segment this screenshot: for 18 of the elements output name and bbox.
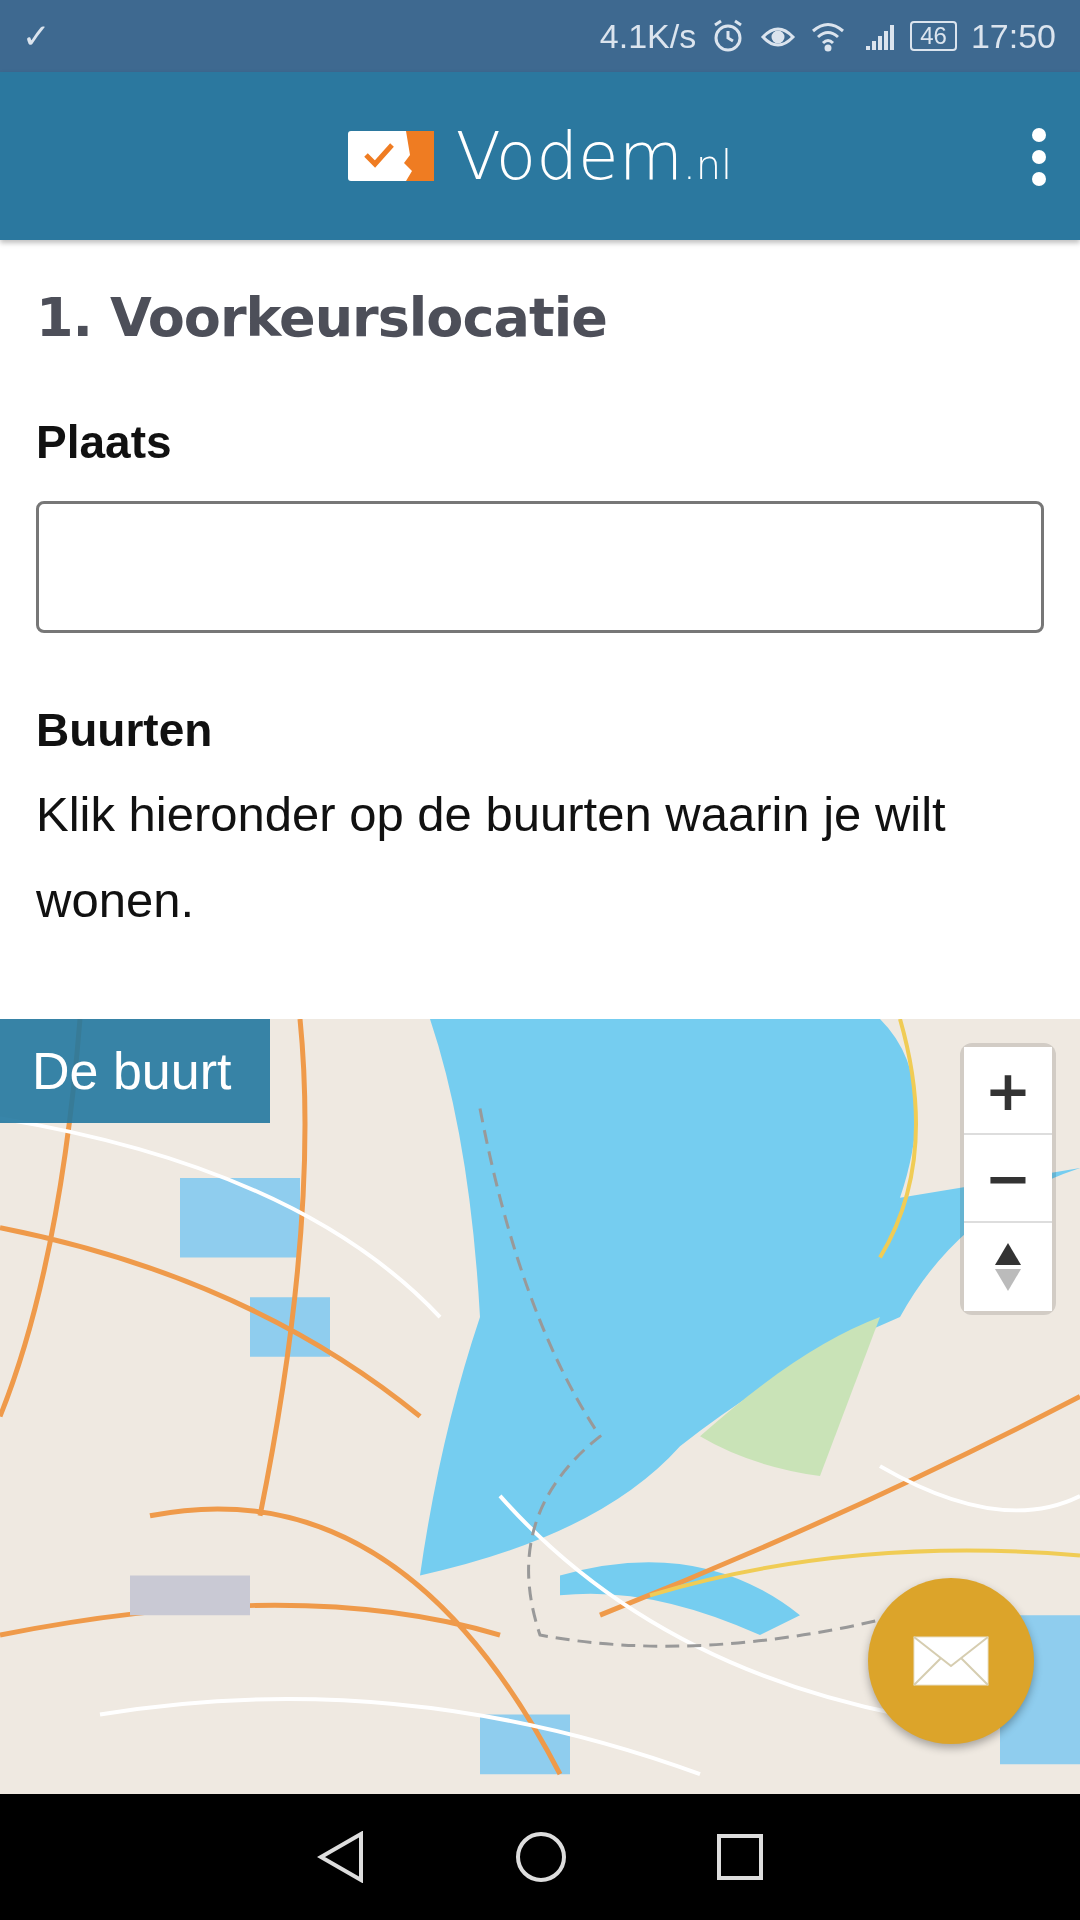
zoom-in-button[interactable]: + [964,1047,1052,1135]
area-label: De buurt [0,1019,270,1123]
instruction-text: Klik hieronder op de buurten waarin je wilt wonen. [36,786,947,929]
field-label: Buurten [36,703,214,757]
logo-icon [347,130,434,182]
section-title: 1. Voorkeurslocatie [36,286,608,349]
envelope-icon [913,1636,989,1686]
brand-name: Vodem.nl [455,117,733,195]
notification-icon: ✓ [22,16,50,56]
battery-icon: 46 [910,21,957,51]
network-speed: 4.1K/s [599,16,697,56]
field-label: Plaats [36,415,173,469]
back-icon[interactable] [317,1831,365,1883]
menu-icon[interactable] [1032,128,1046,186]
recents-icon[interactable] [717,1834,763,1880]
input-field[interactable] [36,501,1044,633]
home-icon[interactable] [515,1831,567,1883]
clock: 17:50 [970,16,1056,56]
